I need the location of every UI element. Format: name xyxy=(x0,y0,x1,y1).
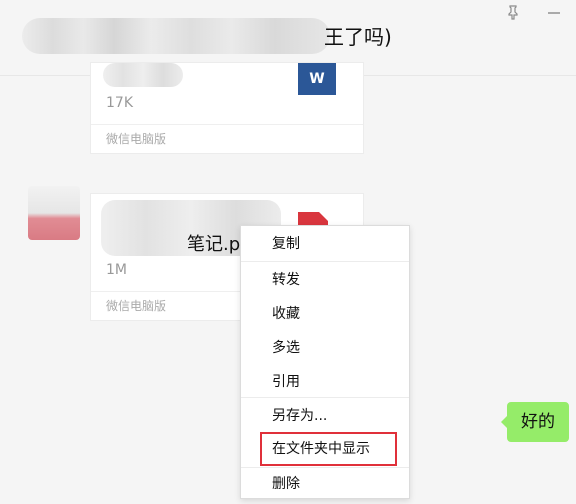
menu-item-delete[interactable]: 删除 xyxy=(241,467,409,501)
chat-title-blurred xyxy=(22,18,330,54)
menu-item-copy[interactable]: 复制 xyxy=(241,227,409,261)
pin-icon[interactable] xyxy=(505,4,521,20)
menu-separator xyxy=(241,261,409,262)
word-file-icon: W xyxy=(298,63,336,95)
minimize-icon[interactable] xyxy=(546,4,562,20)
file-name: 笔记.p xyxy=(187,234,241,255)
avatar[interactable] xyxy=(28,186,80,240)
highlight-box xyxy=(260,432,397,466)
context-menu: 复制 转发 收藏 多选 引用 另存为... 在文件夹中显示 删除 xyxy=(240,225,410,499)
menu-item-quote[interactable]: 引用 xyxy=(241,365,409,399)
file-message-card[interactable]: W 17K 微信电脑版 xyxy=(90,62,364,154)
file-size: 1M xyxy=(106,262,127,278)
file-size: 17K xyxy=(106,95,133,111)
chat-title: 王了吗) xyxy=(324,25,392,49)
menu-item-favorite[interactable]: 收藏 xyxy=(241,297,409,331)
file-name-blurred xyxy=(103,63,183,87)
menu-item-save-as[interactable]: 另存为... xyxy=(241,399,409,433)
menu-separator xyxy=(241,397,409,398)
menu-item-forward[interactable]: 转发 xyxy=(241,263,409,297)
reply-bubble[interactable]: 好的 xyxy=(501,402,569,442)
file-source: 微信电脑版 xyxy=(91,124,363,153)
menu-item-multiselect[interactable]: 多选 xyxy=(241,331,409,365)
